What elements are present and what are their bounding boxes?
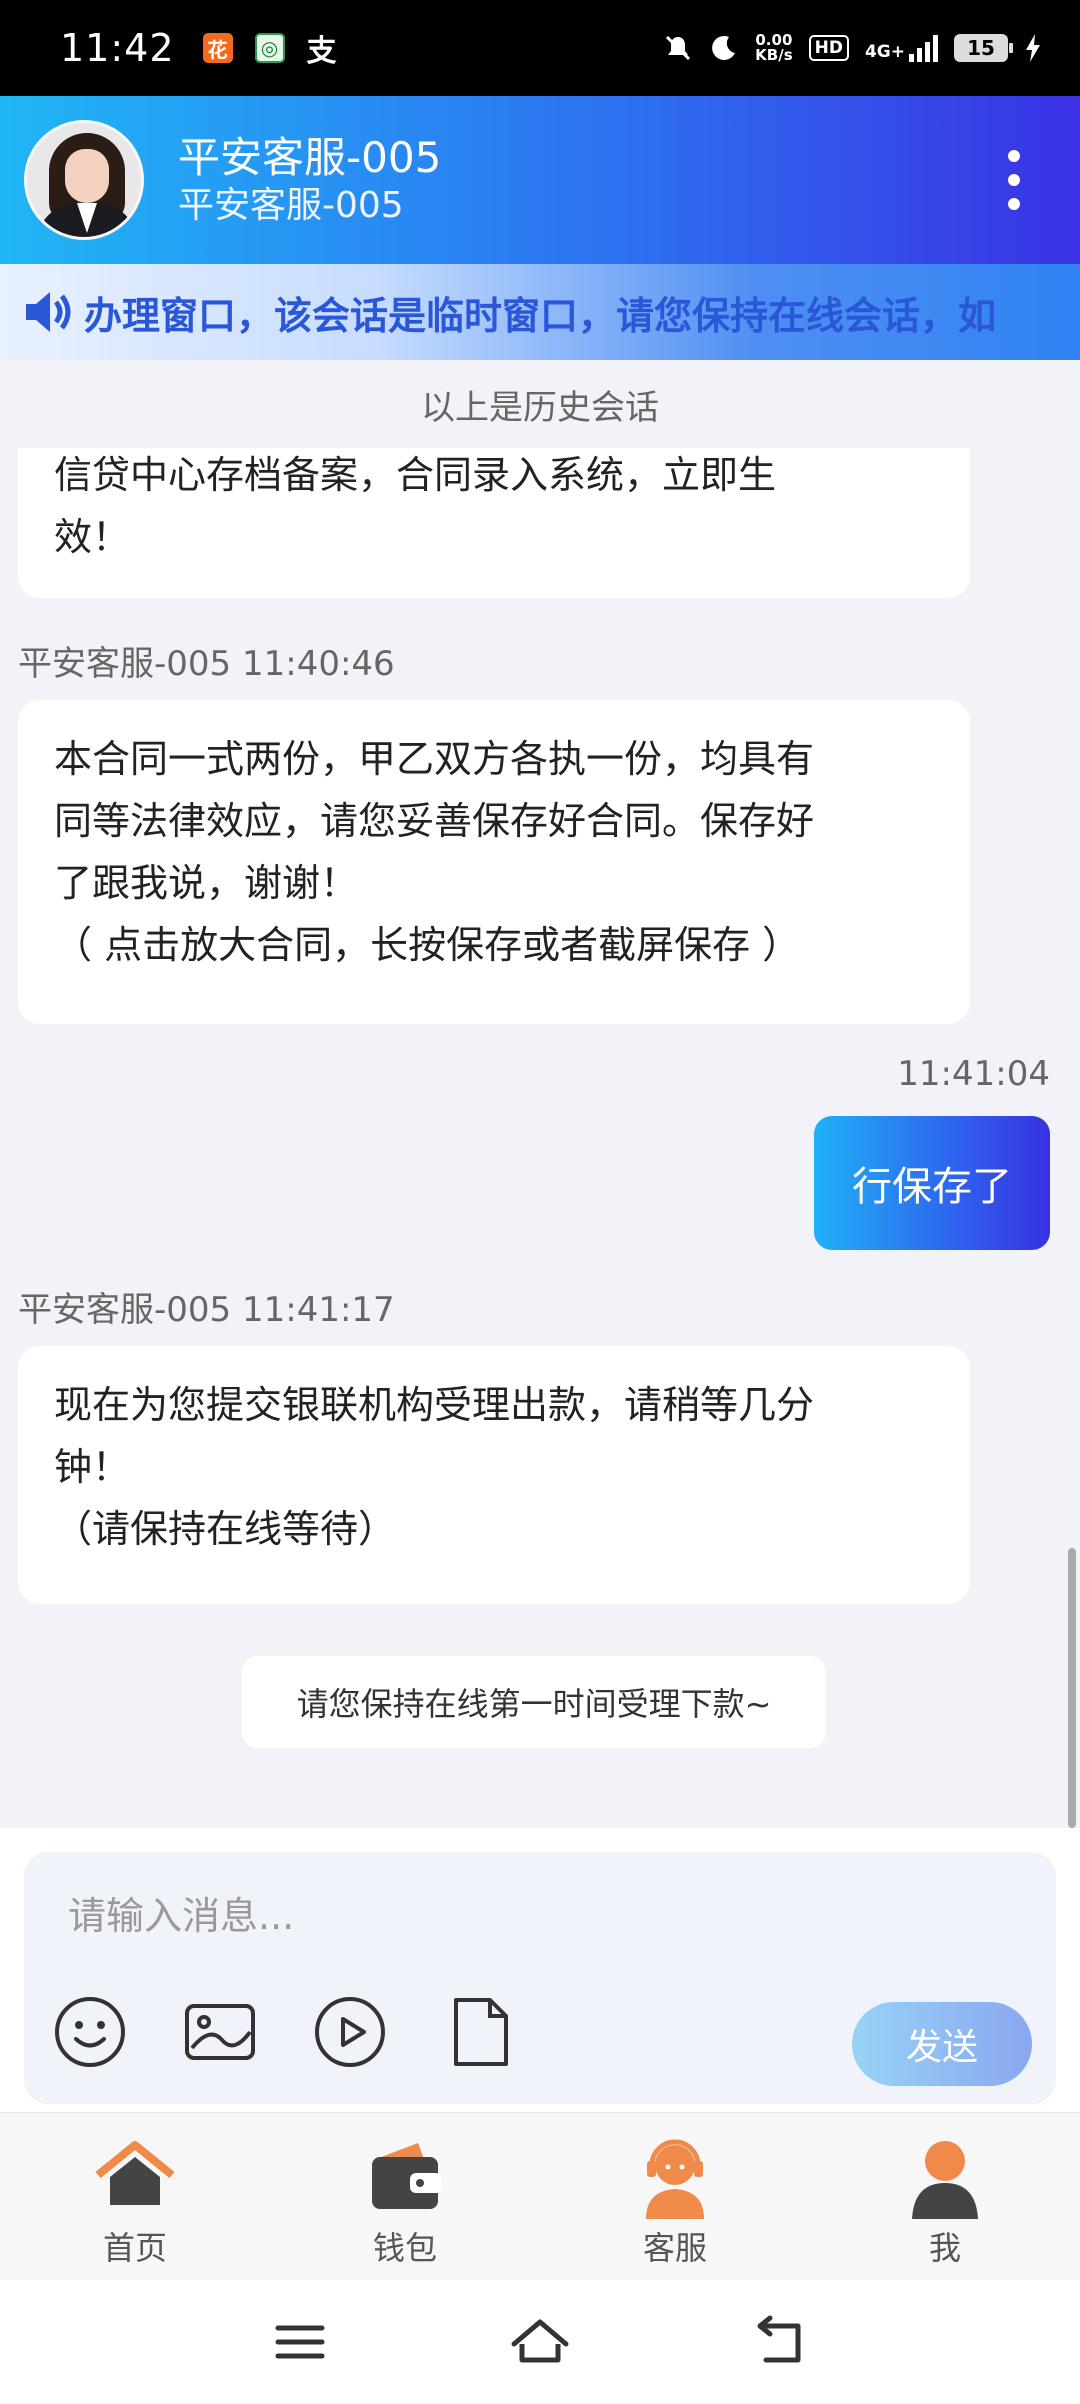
speaker-icon [26, 292, 71, 332]
profile-icon [912, 2141, 978, 2219]
customer-service-icon [646, 2139, 704, 2219]
file-icon[interactable] [442, 1994, 518, 2070]
history-divider: 以上是历史会话 [421, 387, 659, 428]
screen: 11:42 花 ◎ 支 0.00 KB/s HD 4G+ 15 平安客服-005… [0, 0, 1080, 2404]
wallet-icon [372, 2143, 442, 2209]
bottom-nav: 首页 钱包 客服 我 [0, 2112, 1080, 2280]
message-line: 效！ [54, 515, 131, 559]
nav-label: 首页 [102, 2229, 167, 2267]
notice-text: 办理窗口，该会话是临时窗口，请您保持在线会话，如 [84, 293, 997, 338]
incoming-message: 现在为您提交银联机构受理出款，请稍等几分 钟！ （请保持在线等待） [18, 1346, 970, 1604]
message-line: 信贷中心存档备案，合同录入系统，立即生 [54, 453, 777, 497]
message-line: （ 点击放大合同，长按保存或者截屏保存 ） [54, 923, 801, 967]
agent-avatar[interactable] [24, 120, 144, 240]
alipay-notification-icon: 支 [306, 34, 337, 69]
chat-title: 平安客服-005 [178, 133, 442, 182]
net-speed: 0.00 KB/s [755, 33, 792, 63]
charging-icon [1026, 34, 1040, 62]
net-speed-unit: KB/s [755, 46, 793, 64]
chat-header: 平安客服-005 平安客服-005 [0, 96, 1080, 264]
send-button[interactable]: 发送 [852, 2002, 1032, 2086]
status-bar: 11:42 花 ◎ 支 0.00 KB/s HD 4G+ 15 [0, 0, 1080, 96]
system-tip: 请您保持在线第一时间受理下款~ [242, 1656, 826, 1748]
chat-subtitle: 平安客服-005 [178, 185, 404, 226]
nav-label: 客服 [642, 2229, 707, 2267]
home-icon [95, 2141, 175, 2205]
nav-item-home[interactable]: 首页 [0, 2113, 270, 2280]
composer: 发送 [0, 1828, 1080, 2112]
battery-level: 15 [967, 36, 995, 60]
back-icon[interactable] [748, 2310, 812, 2374]
message-line: 同等法律效应，请您妥善保存好合同。保存好 [54, 799, 815, 843]
chat-message-list[interactable]: 信贷中心存档备案，合同录入系统，立即生 效！ 平安客服-005 11:40:46… [0, 448, 1080, 1828]
status-right: 0.00 KB/s HD 4G+ 15 [663, 33, 1042, 63]
app-notification-icon: ◎ [254, 33, 285, 63]
mute-icon [666, 35, 691, 61]
menu-icon[interactable] [268, 2310, 332, 2374]
message-line: 本合同一式两份，甲乙双方各执一份，均具有 [54, 737, 815, 781]
nav-label: 钱包 [372, 2229, 437, 2267]
header-text: 平安客服-005 平安客服-005 [178, 132, 441, 228]
message-input[interactable] [46, 1876, 1026, 1956]
nav-item-wallet[interactable]: 钱包 [270, 2113, 540, 2280]
message-line: 现在为您提交银联机构受理出款，请稍等几分 [54, 1383, 815, 1427]
more-options-icon[interactable] [1004, 150, 1024, 210]
status-time: 11:42 [60, 26, 175, 70]
message-line: 了跟我说，谢谢！ [54, 861, 359, 905]
network-indicator: 4G+ [865, 34, 938, 62]
incoming-message: 本合同一式两份，甲乙双方各执一份，均具有 同等法律效应，请您妥善保存好合同。保存… [18, 700, 970, 1024]
notice-marquee: 办理窗口，该会话是临时窗口，请您保持在线会话，如 [0, 264, 1080, 360]
message-line: 钟！ [54, 1445, 131, 1489]
outgoing-message: 行保存了 [814, 1116, 1050, 1250]
chat-scrollbar[interactable] [1068, 1548, 1076, 1828]
network-type: 4G+ [864, 42, 905, 62]
image-icon[interactable] [182, 1994, 258, 2070]
emoji-icon[interactable] [52, 1994, 128, 2070]
battery-icon: 15 [954, 34, 1013, 62]
nav-item-profile[interactable]: 我 [810, 2113, 1080, 2280]
app-notification-icon: 花 [202, 33, 233, 63]
system-nav-bar [0, 2280, 1080, 2404]
video-icon[interactable] [312, 1994, 388, 2070]
message-time: 11:41:04 [897, 1054, 1050, 1094]
moon-icon [712, 35, 736, 60]
home-button-icon[interactable] [508, 2310, 572, 2374]
nav-item-customer-service[interactable]: 客服 [540, 2113, 810, 2280]
message-sender-time: 平安客服-005 11:41:17 [18, 1290, 395, 1330]
status-app-icons: 花 ◎ 支 [202, 33, 337, 69]
message-sender-time: 平安客服-005 11:40:46 [18, 644, 395, 684]
signal-icon [909, 34, 938, 62]
composer-card: 发送 [24, 1852, 1056, 2104]
hd-badge: HD [808, 35, 849, 61]
incoming-message: 信贷中心存档备案，合同录入系统，立即生 效！ [18, 448, 970, 598]
nav-label: 我 [928, 2229, 961, 2267]
message-line: （请保持在线等待） [54, 1507, 397, 1551]
